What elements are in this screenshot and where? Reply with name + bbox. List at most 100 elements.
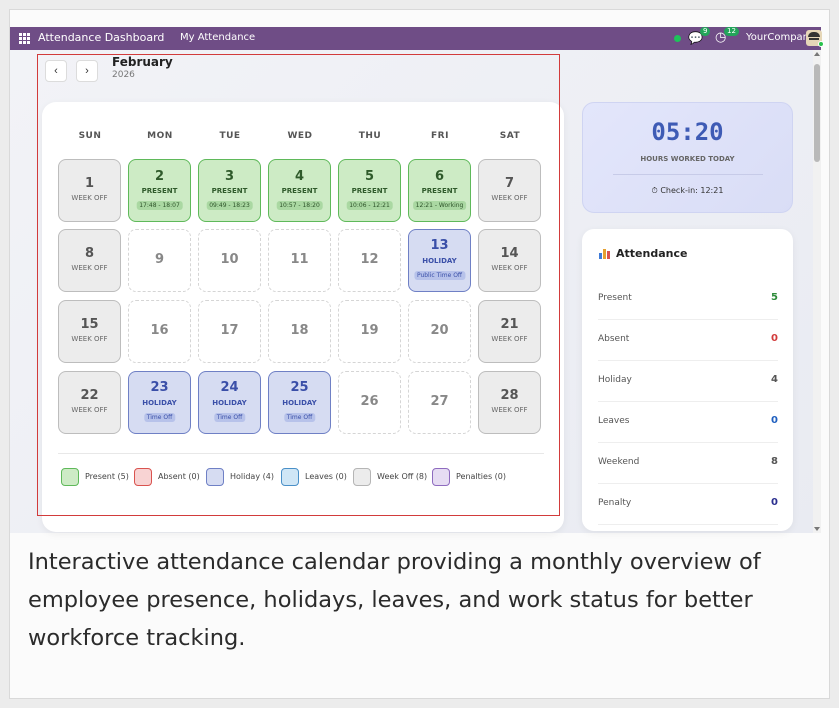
menu-my-attendance[interactable]: My Attendance: [180, 32, 255, 43]
day-number: 20: [430, 323, 449, 338]
calendar-day-10[interactable]: 10: [198, 229, 261, 292]
day-number: 13: [430, 238, 449, 253]
day-number: 27: [430, 394, 449, 409]
scroll-thumb[interactable]: [814, 64, 820, 162]
vertical-scrollbar[interactable]: [813, 50, 821, 533]
legend-label: Week Off (8): [377, 472, 428, 481]
stat-value: 0: [771, 415, 778, 426]
calendar-day-24[interactable]: 24 HOLIDAY Time Off: [198, 371, 261, 434]
stat-row-weekend: Weekend 8: [598, 444, 778, 484]
calendar-day-19[interactable]: 19: [338, 300, 401, 363]
day-number: 28: [500, 388, 519, 403]
stat-row-leaves: Leaves 0: [598, 403, 778, 443]
scroll-up-icon[interactable]: [814, 52, 820, 56]
calendar-day-28[interactable]: 28 WEEK OFF: [478, 371, 541, 434]
day-number: 23: [150, 380, 169, 395]
day-time-badge: 10:57 - 18:20: [276, 201, 323, 210]
day-number: 11: [290, 252, 309, 267]
day-time-badge: 09:49 - 18:23: [206, 201, 253, 210]
legend-label: Present (5): [85, 472, 129, 481]
calendar-day-5[interactable]: 5 PRESENT 10:06 - 12:21: [338, 159, 401, 222]
day-status: WEEK OFF: [491, 264, 528, 272]
day-number: 2: [154, 169, 165, 184]
calendar-day-4[interactable]: 4 PRESENT 10:57 - 18:20: [268, 159, 331, 222]
day-number: 15: [80, 317, 99, 332]
calendar-day-26[interactable]: 26: [338, 371, 401, 434]
day-number: 26: [360, 394, 379, 409]
checkin-text: Check-in: 12:21: [660, 186, 724, 195]
weekday-thu: THU: [358, 131, 382, 141]
day-status: WEEK OFF: [71, 335, 108, 343]
calendar-day-3[interactable]: 3 PRESENT 09:49 - 18:23: [198, 159, 261, 222]
legend-label: Penalties (0): [456, 472, 506, 481]
day-time-badge: Time Off: [213, 413, 246, 422]
day-time-badge: 12:21 - Working: [412, 201, 467, 210]
hours-worked-label: HOURS WORKED TODAY: [640, 155, 735, 163]
calendar-day-15[interactable]: 15 WEEK OFF: [58, 300, 121, 363]
calendar-day-16[interactable]: 16: [128, 300, 191, 363]
day-number: 6: [434, 169, 445, 184]
stat-label: Holiday: [598, 375, 632, 385]
calendar-day-9[interactable]: 9: [128, 229, 191, 292]
calendar-day-22[interactable]: 22 WEEK OFF: [58, 371, 121, 434]
day-number: 10: [220, 252, 239, 267]
stat-label: Leaves: [598, 416, 630, 426]
legend-swatch: [432, 468, 450, 486]
weekday-tue: TUE: [219, 131, 241, 141]
day-number: 7: [504, 176, 515, 191]
day-number: 4: [294, 169, 305, 184]
legend-swatch: [281, 468, 299, 486]
online-status-icon: [818, 41, 824, 47]
calendar-day-6[interactable]: 6 PRESENT 12:21 - Working: [408, 159, 471, 222]
status-dot-icon: [674, 35, 681, 42]
weekday-wed: WED: [287, 131, 313, 141]
app-title[interactable]: Attendance Dashboard: [38, 31, 164, 44]
calendar-day-12[interactable]: 12: [338, 229, 401, 292]
calendar-day-7[interactable]: 7 WEEK OFF: [478, 159, 541, 222]
scroll-down-icon[interactable]: [814, 527, 820, 531]
weekday-sun: SUN: [78, 131, 102, 141]
day-number: 24: [220, 380, 239, 395]
calendar-day-27[interactable]: 27: [408, 371, 471, 434]
calendar-day-14[interactable]: 14 WEEK OFF: [478, 229, 541, 292]
calendar-day-18[interactable]: 18: [268, 300, 331, 363]
day-number: 12: [360, 252, 379, 267]
checkin-time: ⏱ Check-in: 12:21: [583, 186, 792, 196]
next-month-button[interactable]: ›: [76, 60, 98, 82]
calendar-day-21[interactable]: 21 WEEK OFF: [478, 300, 541, 363]
calendar-day-17[interactable]: 17: [198, 300, 261, 363]
calendar-day-13[interactable]: 13 HOLIDAY Public Time Off: [408, 229, 471, 292]
day-status: HOLIDAY: [142, 399, 177, 407]
prev-month-button[interactable]: ‹: [45, 60, 67, 82]
calendar-day-23[interactable]: 23 HOLIDAY Time Off: [128, 371, 191, 434]
day-number: 22: [80, 388, 99, 403]
stat-value: 0: [771, 497, 778, 508]
legend-swatch: [206, 468, 224, 486]
calendar-day-1[interactable]: 1 WEEK OFF: [58, 159, 121, 222]
day-number: 19: [360, 323, 379, 338]
day-number: 14: [500, 246, 519, 261]
calendar-day-20[interactable]: 20: [408, 300, 471, 363]
stat-value: 8: [771, 456, 778, 467]
stat-label: Present: [598, 293, 632, 303]
hours-worked-time: 05:20: [651, 118, 724, 146]
attendance-summary-card: Attendance Present 5 Absent 0 Holiday 4 Leaves…: [582, 229, 793, 531]
calendar-day-11[interactable]: 11: [268, 229, 331, 292]
stat-value: 0: [771, 333, 778, 344]
stat-row-present: Present 5: [598, 280, 778, 320]
calendar-day-8[interactable]: 8 WEEK OFF: [58, 229, 121, 292]
day-number: 17: [220, 323, 239, 338]
top-navbar: Attendance Dashboard My Attendance 💬 9 ◷…: [10, 27, 824, 50]
weekday-fri: FRI: [431, 131, 449, 141]
calendar-day-25[interactable]: 25 HOLIDAY Time Off: [268, 371, 331, 434]
weekday-mon: MON: [147, 131, 173, 141]
day-number: 21: [500, 317, 519, 332]
bar-chart-icon: [599, 249, 610, 259]
calendar-day-2[interactable]: 2 PRESENT 17:48 - 18:07: [128, 159, 191, 222]
day-number: 8: [84, 246, 95, 261]
stat-value: 5: [771, 292, 778, 303]
apps-grid-icon[interactable]: [19, 33, 30, 44]
company-switcher[interactable]: YourCompany: [746, 32, 815, 43]
caption-text: Interactive attendance calendar providin…: [28, 549, 761, 651]
day-time-badge: Public Time Off: [413, 271, 466, 280]
